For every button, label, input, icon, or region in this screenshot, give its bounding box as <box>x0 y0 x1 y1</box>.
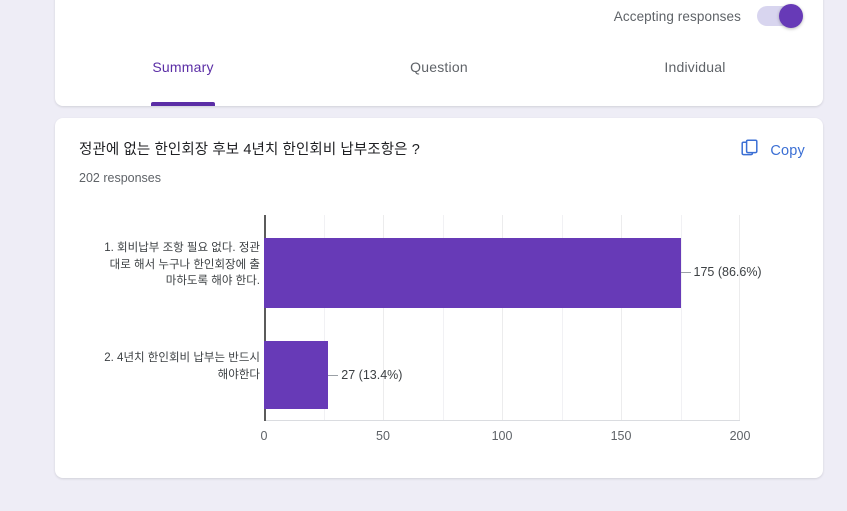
value-label-2: 27 (13.4%) <box>328 368 402 382</box>
tab-question-label: Question <box>410 59 468 75</box>
value-label-1: 175 (86.6%) <box>680 265 762 279</box>
question-summary-card: 정관에 없는 한인회장 후보 4년치 한인회비 납부조항은 ? 202 resp… <box>55 118 823 478</box>
toggle-knob <box>779 4 803 28</box>
x-tick-0: 0 <box>260 429 268 443</box>
copy-icon <box>740 138 760 163</box>
tab-summary[interactable]: Summary <box>55 50 311 106</box>
x-tick-100: 100 <box>491 429 513 443</box>
accepting-responses-control[interactable]: Accepting responses <box>613 4 803 28</box>
accepting-responses-label: Accepting responses <box>613 8 741 24</box>
tab-question[interactable]: Question <box>311 50 567 106</box>
tab-individual-label: Individual <box>664 59 726 75</box>
leader-line-2 <box>328 374 339 376</box>
x-axis-baseline <box>264 420 740 421</box>
copy-label: Copy <box>770 142 805 159</box>
tab-individual[interactable]: Individual <box>567 50 823 106</box>
value-label-2-text: 27 (13.4%) <box>341 368 403 382</box>
plot-area: 175 (86.6%) 27 (13.4%) 0 50 100 150 200 <box>261 215 762 443</box>
tab-summary-label: Summary <box>152 59 214 75</box>
tabs-card: Accepting responses Summary Question Ind… <box>55 0 823 106</box>
question-title: 정관에 없는 한인회장 후보 4년치 한인회비 납부조항은 ? <box>79 142 420 158</box>
copy-button[interactable]: Copy <box>740 138 805 163</box>
responses-bar-chart: 1. 회비납부 조항 필요 없다. 정관 대로 해서 누구나 한인회장에 출 마… <box>55 208 823 453</box>
bar-1[interactable] <box>264 238 681 308</box>
leader-line-1 <box>680 271 691 273</box>
response-count: 202 responses <box>79 171 162 186</box>
category-label-1: 1. 회비납부 조항 필요 없다. 정관 대로 해서 누구나 한인회장에 출 마… <box>104 242 260 288</box>
x-tick-150: 150 <box>610 429 632 443</box>
form-responses-page: Accepting responses Summary Question Ind… <box>0 0 847 511</box>
gridline-175 <box>680 215 682 421</box>
x-tick-50: 50 <box>376 429 390 443</box>
value-label-1-text: 175 (86.6%) <box>693 265 762 279</box>
gridline-200 <box>739 215 740 421</box>
x-tick-200: 200 <box>729 429 751 443</box>
category-label-2: 2. 4년치 한인회비 납부는 반드시 해야한다 <box>104 352 260 381</box>
question-header: 정관에 없는 한인회장 후보 4년치 한인회비 납부조항은 ? 202 resp… <box>79 140 799 185</box>
accepting-responses-toggle[interactable] <box>757 4 803 28</box>
response-tabs: Summary Question Individual <box>55 50 823 106</box>
bar-2[interactable] <box>264 341 329 409</box>
